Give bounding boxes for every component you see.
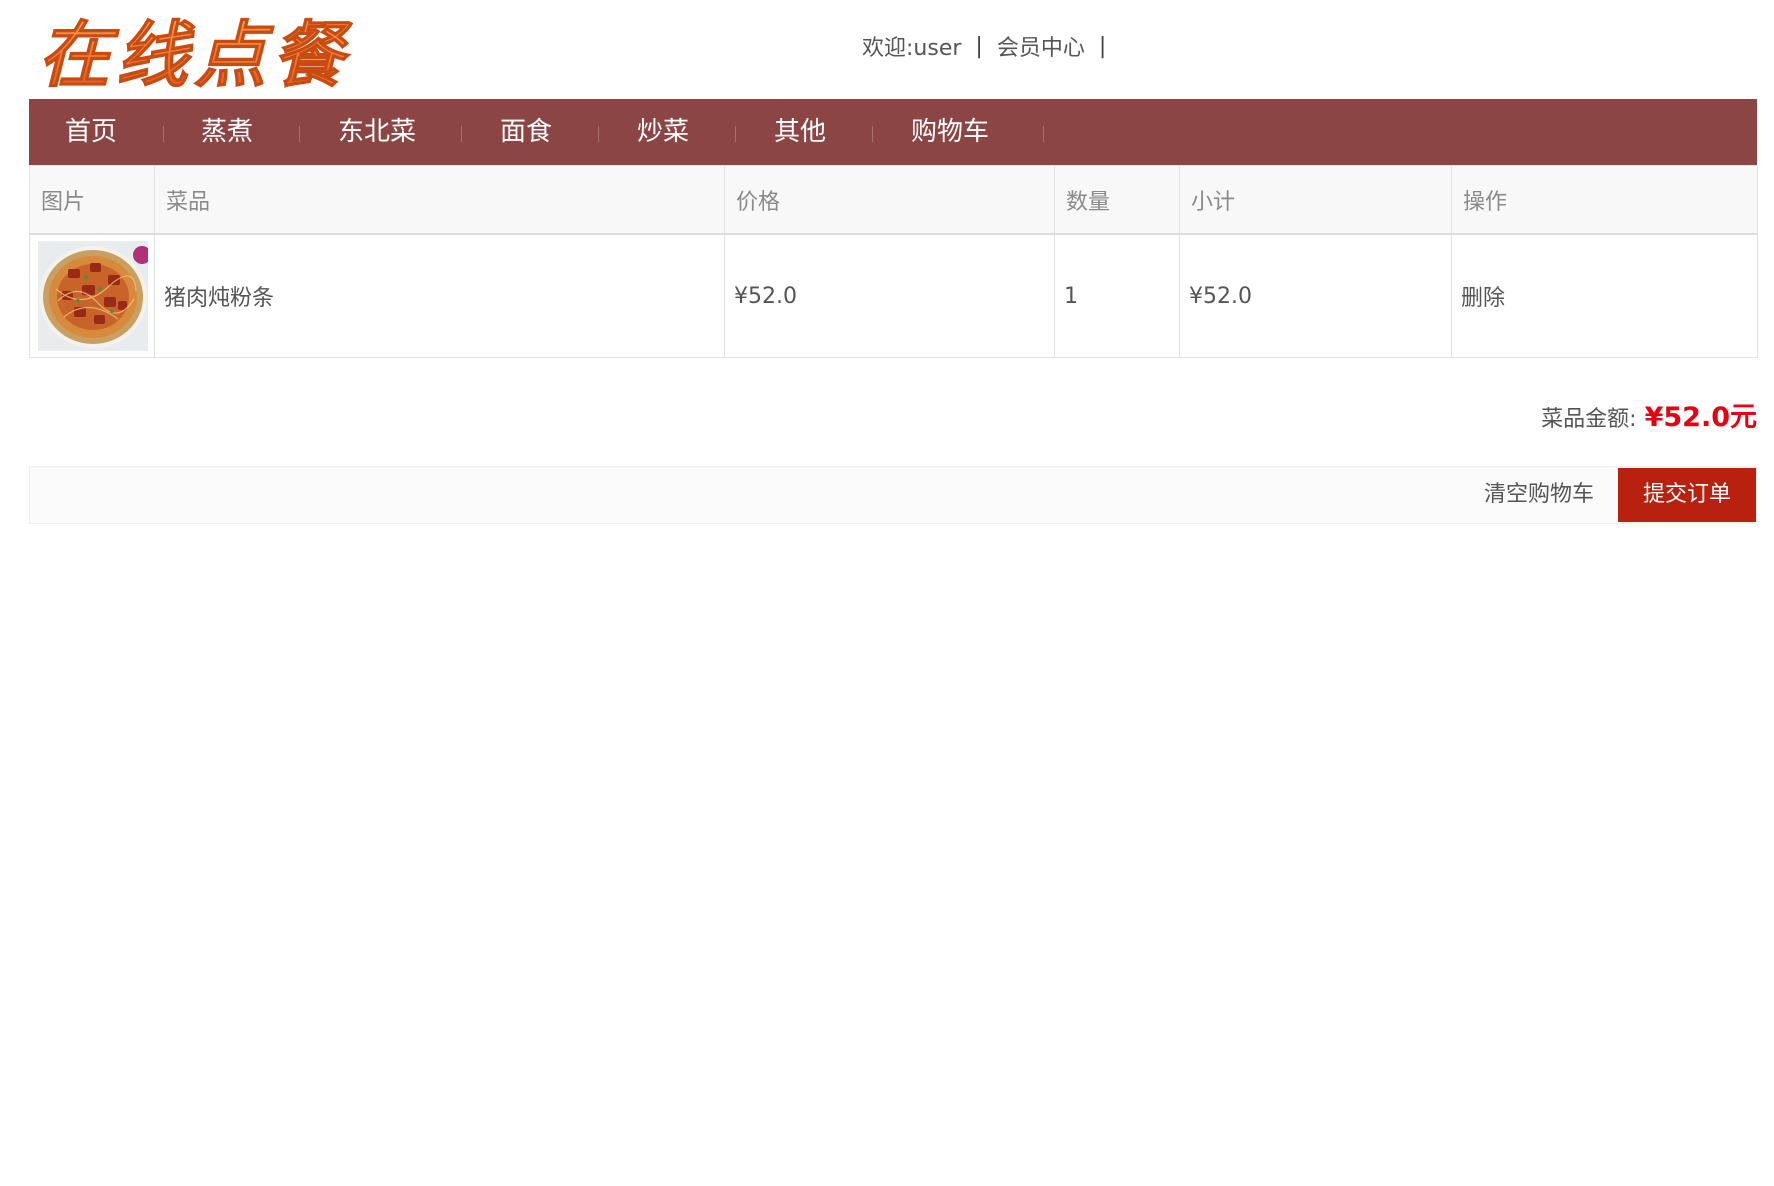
nav-separator bbox=[163, 126, 164, 142]
price-cell: ¥52.0 bbox=[724, 233, 1055, 358]
header-price: 价格 bbox=[724, 165, 1055, 235]
order-total: 菜品金额: ¥52.0元 bbox=[1541, 395, 1757, 435]
delete-link[interactable]: 删除 bbox=[1461, 286, 1505, 311]
nav-item-northeast[interactable]: 东北菜 bbox=[338, 99, 416, 165]
nav-item-steamed[interactable]: 蒸煮 bbox=[201, 99, 253, 165]
welcome-text: 欢迎:user bbox=[862, 36, 962, 61]
header-action: 操作 bbox=[1451, 165, 1758, 235]
nav-separator bbox=[461, 126, 462, 142]
nav-separator bbox=[598, 126, 599, 142]
cart-action-bar: 清空购物车 提交订单 bbox=[29, 466, 1757, 524]
welcome-separator: | bbox=[975, 33, 983, 59]
action-cell: 删除 bbox=[1451, 233, 1758, 358]
total-label: 菜品金额: bbox=[1541, 407, 1637, 432]
dish-photo-icon[interactable] bbox=[38, 241, 148, 351]
nav-item-home[interactable]: 首页 bbox=[65, 99, 117, 165]
submit-order-button[interactable]: 提交订单 bbox=[1618, 468, 1756, 522]
dish-image-cell bbox=[29, 233, 155, 358]
main-nav: 首页 蒸煮 东北菜 面食 炒菜 其他 购物车 bbox=[29, 99, 1757, 165]
nav-separator bbox=[1043, 126, 1044, 142]
nav-item-noodles[interactable]: 面食 bbox=[500, 99, 552, 165]
nav-separator bbox=[735, 126, 736, 142]
total-amount: ¥52.0元 bbox=[1644, 402, 1757, 433]
clear-cart-link[interactable]: 清空购物车 bbox=[1484, 467, 1594, 523]
quantity-cell: 1 bbox=[1054, 233, 1180, 358]
cart-table: 图片 菜品 价格 数量 小计 操作 猪肉炖粉条 ¥52.0 1 ¥52.0 删除 bbox=[29, 165, 1758, 358]
header-quantity: 数量 bbox=[1054, 165, 1180, 235]
svg-text:在线点餐: 在线点餐 bbox=[38, 12, 353, 97]
nav-item-stir-fry[interactable]: 炒菜 bbox=[637, 99, 689, 165]
dish-name-cell: 猪肉炖粉条 bbox=[154, 233, 725, 358]
table-row: 猪肉炖粉条 ¥52.0 1 ¥52.0 删除 bbox=[29, 233, 1758, 358]
nav-separator bbox=[299, 126, 300, 142]
cart-header-row: 图片 菜品 价格 数量 小计 操作 bbox=[29, 165, 1758, 235]
welcome-separator-2: | bbox=[1098, 33, 1107, 59]
nav-item-cart[interactable]: 购物车 bbox=[911, 99, 989, 165]
welcome-bar: 欢迎:user | 会员中心 | bbox=[862, 30, 1120, 62]
header-subtotal: 小计 bbox=[1179, 165, 1452, 235]
member-center-link[interactable]: 会员中心 bbox=[997, 30, 1085, 62]
site-logo: 在线点餐 bbox=[38, 12, 353, 98]
nav-item-other[interactable]: 其他 bbox=[774, 99, 826, 165]
nav-separator bbox=[872, 126, 873, 142]
header-image: 图片 bbox=[29, 165, 155, 235]
header-dish: 菜品 bbox=[154, 165, 725, 235]
subtotal-cell: ¥52.0 bbox=[1179, 233, 1452, 358]
